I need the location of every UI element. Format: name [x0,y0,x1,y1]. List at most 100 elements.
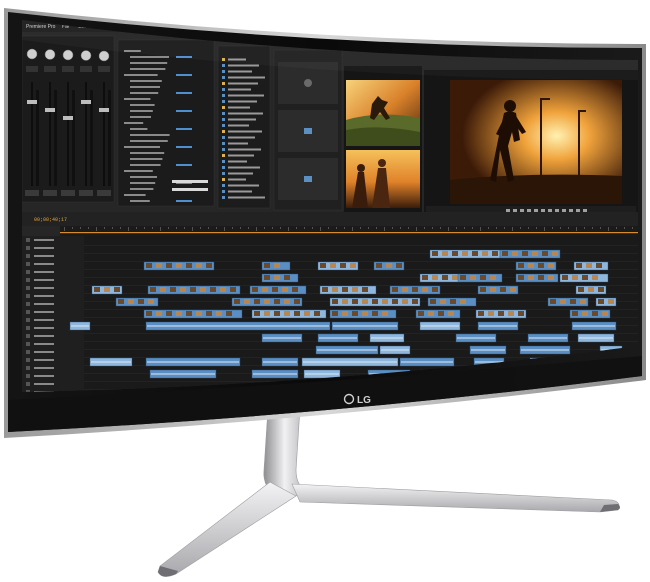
track-lock-toggle[interactable] [26,278,30,282]
effect-property-row[interactable] [130,110,153,112]
effect-property-row[interactable] [124,146,160,148]
track-lock-toggle[interactable] [26,334,30,338]
track-lock-toggle[interactable] [26,374,30,378]
project-item-name[interactable] [228,130,262,133]
track-lock-toggle[interactable] [26,342,30,346]
track-lock-toggle[interactable] [26,382,30,386]
volume-fader-handle[interactable] [99,108,109,112]
channel-mute-button[interactable] [44,66,56,72]
track-lock-toggle[interactable] [26,350,30,354]
project-item-name[interactable] [228,124,249,127]
clip-thumbnail [352,311,358,316]
volume-fader-track[interactable] [85,82,87,186]
effect-property-row[interactable] [130,140,168,142]
volume-fader-handle[interactable] [81,100,91,104]
project-item-name[interactable] [228,142,248,145]
volume-fader-handle[interactable] [45,108,55,112]
project-item-name[interactable] [228,94,264,97]
project-item-name[interactable] [228,148,261,151]
project-item-name[interactable] [228,184,259,187]
channel-mute-button[interactable] [62,66,74,72]
effect-slider[interactable] [172,180,208,183]
track-lock-toggle[interactable] [26,302,30,306]
effect-property-row[interactable] [130,200,150,202]
timeline-ruler[interactable] [60,226,642,236]
channel-mute-button[interactable] [98,66,110,72]
channel-mute-button[interactable] [80,66,92,72]
effect-property-row[interactable] [130,68,166,70]
effect-property-value[interactable] [176,200,192,202]
effect-property-value[interactable] [176,146,192,148]
effect-property-row[interactable] [130,152,165,154]
effect-property-value[interactable] [176,92,192,94]
track-lock-toggle[interactable] [26,366,30,370]
project-item-name[interactable] [228,178,246,181]
pan-knob-icon[interactable] [62,49,74,61]
volume-fader-track[interactable] [31,82,33,186]
project-item-name[interactable] [228,106,250,109]
volume-fader-track[interactable] [67,82,69,186]
effect-property-row[interactable] [130,86,160,88]
project-item-name[interactable] [228,76,265,79]
volume-fader-handle[interactable] [63,116,73,120]
project-item-name[interactable] [228,112,263,115]
effect-property-row[interactable] [130,188,154,190]
track-lock-toggle[interactable] [26,294,30,298]
project-item-name[interactable] [228,166,260,169]
effect-property-row[interactable] [124,170,153,172]
effect-property-row[interactable] [124,98,151,100]
pan-knob-icon[interactable] [80,50,92,61]
effect-property-row[interactable] [130,56,169,58]
effect-property-row[interactable] [124,194,146,196]
project-item-name[interactable] [228,196,265,199]
project-item-name[interactable] [228,70,252,73]
project-item-name[interactable] [228,118,256,121]
track-lock-toggle[interactable] [26,262,30,266]
effect-property-row[interactable] [130,134,170,136]
project-item-name[interactable] [228,82,258,85]
project-item-name[interactable] [228,172,253,175]
project-item-name[interactable] [228,64,259,67]
effect-property-row[interactable] [130,164,161,166]
effect-property-row[interactable] [130,92,159,94]
timeline-clip[interactable] [499,249,561,259]
effect-property-row[interactable] [124,74,158,76]
pan-knob-icon[interactable] [98,50,110,62]
effect-property-row[interactable] [130,116,151,118]
project-item-name[interactable] [228,160,247,163]
project-item-name[interactable] [228,88,251,91]
pan-knob-icon[interactable] [44,49,56,60]
channel-mute-button[interactable] [26,66,38,72]
playhead-line[interactable] [60,232,642,234]
effect-property-row[interactable] [130,176,157,178]
volume-fader-track[interactable] [49,82,51,186]
project-item-name[interactable] [228,154,254,157]
track-lock-toggle[interactable] [26,286,30,290]
track-lock-toggle[interactable] [26,326,30,330]
track-lock-toggle[interactable] [26,318,30,322]
project-item-name[interactable] [228,136,255,139]
effect-property-row[interactable] [130,158,163,160]
pan-knob-icon[interactable] [26,48,38,60]
track-lock-toggle[interactable] [26,310,30,314]
track-lock-toggle[interactable] [26,246,30,250]
effect-property-value[interactable] [176,74,192,76]
track-lock-toggle[interactable] [26,270,30,274]
effect-property-row[interactable] [130,62,168,64]
project-item-name[interactable] [228,190,252,193]
track-lock-toggle[interactable] [26,358,30,362]
effect-property-row[interactable] [130,182,156,184]
project-item-name[interactable] [228,100,257,103]
effect-property-value[interactable] [176,164,192,166]
effect-property-row[interactable] [130,80,162,82]
effect-slider[interactable] [172,188,208,191]
effect-property-row[interactable] [130,104,155,106]
effect-property-row[interactable] [130,128,148,130]
track-lock-toggle[interactable] [26,238,30,242]
effect-property-value[interactable] [176,128,192,130]
volume-fader-track[interactable] [103,82,105,186]
effect-property-row[interactable] [124,122,144,124]
track-lock-toggle[interactable] [26,254,30,258]
volume-fader-handle[interactable] [27,100,37,104]
effect-property-value[interactable] [176,110,192,112]
